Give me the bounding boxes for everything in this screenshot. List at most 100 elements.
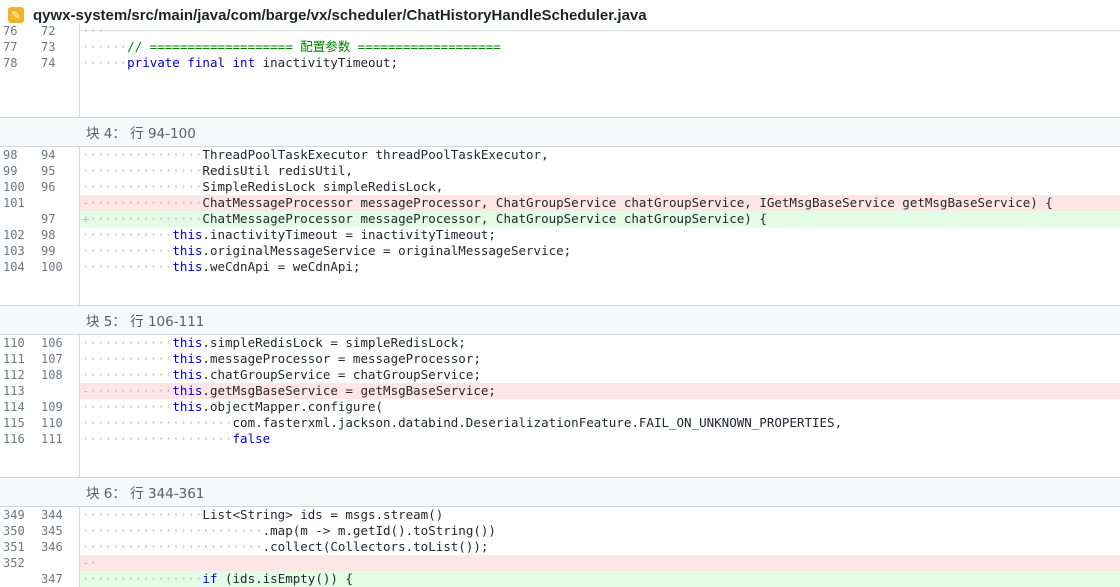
line-numbers: 76 72	[0, 23, 80, 39]
context-line[interactable]: 104 100 ············this.weCdnApi = weCdnA…	[0, 259, 1120, 275]
line-numbers: 102 98	[0, 227, 80, 243]
code-content[interactable]: ························.collect(Collect…	[80, 539, 1120, 555]
line-numbers: 114 109	[0, 399, 80, 415]
code-content[interactable]: ····················com.fasterxml.jackso…	[80, 415, 1120, 431]
old-line-number: 104	[3, 260, 25, 274]
deleted-line[interactable]: 113 -···········this.getMsgBaseService = …	[0, 383, 1120, 399]
context-line[interactable]: 349 344 ················List<String> ids =…	[0, 507, 1120, 523]
code-token: ChatMessageProcessor messageProcessor, C…	[202, 195, 1053, 210]
added-line[interactable]: 347 ················if (ids.isEmpty()) {	[0, 571, 1120, 587]
whitespace-marker: -···············	[82, 195, 203, 210]
code-token: .weCdnApi = weCdnApi;	[202, 259, 361, 274]
whitespace-marker: ············	[82, 367, 173, 382]
new-line-number: 99	[41, 244, 56, 258]
new-line-number: 97	[41, 212, 56, 226]
context-line[interactable]: 116 111 ····················false	[0, 431, 1120, 447]
context-line[interactable]: 77 73 ······// =================== 配置参数 ==…	[0, 39, 1120, 55]
hunk-header[interactable]: 块 5： 行 106-111	[0, 305, 1120, 335]
code-content[interactable]: -···············ChatMessageProcessor mes…	[80, 195, 1120, 211]
diff-view: 76 72 ··· 77 73 ······// =================== …	[0, 23, 1120, 587]
keyword-token: this	[172, 335, 203, 350]
context-line[interactable]: 114 109 ············this.objectMapper.conf…	[0, 399, 1120, 415]
code-content[interactable]: ················if (ids.isEmpty()) {	[80, 571, 1120, 587]
code-content[interactable]: ············this.inactivityTimeout = ina…	[80, 227, 1120, 243]
new-line-number: 111	[41, 432, 63, 446]
old-line-number: 349	[3, 508, 25, 522]
context-line[interactable]: 115 110 ····················com.fasterxml.…	[0, 415, 1120, 431]
gutter-spacer	[0, 447, 80, 477]
new-line-number: 95	[41, 164, 56, 178]
hunk-header[interactable]: 块 6： 行 344-361	[0, 477, 1120, 507]
whitespace-marker: ················	[82, 163, 203, 178]
context-line[interactable]: 78 74 ······private final int inactivityTi…	[0, 55, 1120, 71]
line-numbers: 78 74	[0, 55, 80, 71]
new-line-number: 100	[41, 260, 63, 274]
code-content[interactable]: +···············ChatMessageProcessor mes…	[80, 211, 1120, 227]
context-line[interactable]: 102 98 ············this.inactivityTimeout …	[0, 227, 1120, 243]
added-line[interactable]: 97 +···············ChatMessageProcessor m…	[0, 211, 1120, 227]
context-line[interactable]: 112 108 ············this.chatGroupService …	[0, 367, 1120, 383]
comment-token: // =================== 配置参数 ============…	[127, 39, 501, 54]
context-line[interactable]: 76 72 ···	[0, 23, 1120, 39]
code-token: .chatGroupService = chatGroupService;	[202, 367, 481, 382]
code-content[interactable]: ············this.objectMapper.configure(	[80, 399, 1120, 415]
code-content[interactable]: ······private final int inactivityTimeou…	[80, 55, 1120, 71]
code-content[interactable]: ······// =================== 配置参数 ======…	[80, 39, 1120, 55]
code-token: RedisUtil redisUtil,	[202, 163, 353, 178]
line-numbers: 103 99	[0, 243, 80, 259]
new-line-number: 96	[41, 180, 56, 194]
code-token: SimpleRedisLock simpleRedisLock,	[202, 179, 444, 194]
code-content[interactable]: -···········this.getMsgBaseService = get…	[80, 383, 1120, 399]
old-line-number: 99	[3, 164, 18, 178]
context-line[interactable]: 103 99 ············this.originalMessageSer…	[0, 243, 1120, 259]
context-line[interactable]: 100 96 ················SimpleRedisLock sim…	[0, 179, 1120, 195]
deleted-line[interactable]: 101 -···············ChatMessageProcessor …	[0, 195, 1120, 211]
old-line-number: 114	[3, 400, 25, 414]
code-content[interactable]: ············this.simpleRedisLock = simpl…	[80, 335, 1120, 351]
line-numbers: 98 94	[0, 147, 80, 163]
code-token: inactivityTimeout;	[255, 55, 399, 70]
code-token: .getMsgBaseService = getMsgBaseService;	[202, 383, 496, 398]
code-content[interactable]: -·	[80, 555, 1120, 571]
whitespace-marker: ············	[82, 259, 173, 274]
whitespace-marker: ············	[82, 335, 173, 350]
code-content[interactable]: ············this.chatGroupService = chat…	[80, 367, 1120, 383]
context-line[interactable]: 111 107 ············this.messageProcessor …	[0, 351, 1120, 367]
code-content[interactable]: ···	[80, 23, 1120, 39]
context-line[interactable]: 99 95 ················RedisUtil redisUtil,	[0, 163, 1120, 179]
file-path[interactable]: qywx-system/src/main/java/com/barge/vx/s…	[33, 7, 647, 24]
old-line-number: 350	[3, 524, 25, 538]
block-spacer	[0, 275, 1120, 305]
old-line-number: 352	[3, 556, 25, 570]
code-content[interactable]: ················List<String> ids = msgs.…	[80, 507, 1120, 523]
context-line[interactable]: 98 94 ················ThreadPoolTaskExecut…	[0, 147, 1120, 163]
code-content[interactable]: ············this.originalMessageService …	[80, 243, 1120, 259]
new-line-number: 346	[41, 540, 63, 554]
line-numbers: 349 344	[0, 507, 80, 523]
context-line[interactable]: 110 106 ············this.simpleRedisLock =…	[0, 335, 1120, 351]
old-line-number: 77	[3, 40, 18, 54]
keyword-token: private final int	[127, 55, 256, 70]
keyword-token: this	[172, 351, 203, 366]
new-line-number: 107	[41, 352, 63, 366]
old-line-number: 103	[3, 244, 25, 258]
code-content[interactable]: ························.map(m -> m.getI…	[80, 523, 1120, 539]
line-numbers: 110 106	[0, 335, 80, 351]
code-content[interactable]: ················ThreadPoolTaskExecutor t…	[80, 147, 1120, 163]
code-content[interactable]: ····················false	[80, 431, 1120, 447]
old-line-number	[0, 211, 35, 227]
code-content[interactable]: ············this.weCdnApi = weCdnApi;	[80, 259, 1120, 275]
old-line-number: 116	[3, 432, 25, 446]
code-content[interactable]: ············this.messageProcessor = mess…	[80, 351, 1120, 367]
whitespace-marker: ····················	[82, 415, 233, 430]
context-line[interactable]: 351 346 ························.collect(C…	[0, 539, 1120, 555]
old-line-number	[0, 571, 35, 587]
code-content[interactable]: ················RedisUtil redisUtil,	[80, 163, 1120, 179]
new-line-number: 345	[41, 524, 63, 538]
code-content[interactable]: ················SimpleRedisLock simpleRe…	[80, 179, 1120, 195]
old-line-number: 112	[3, 368, 25, 382]
hunk-header[interactable]: 块 4： 行 94-100	[0, 117, 1120, 147]
deleted-line[interactable]: 352 -·	[0, 555, 1120, 571]
whitespace-marker: ············	[82, 227, 173, 242]
context-line[interactable]: 350 345 ························.map(m -> …	[0, 523, 1120, 539]
